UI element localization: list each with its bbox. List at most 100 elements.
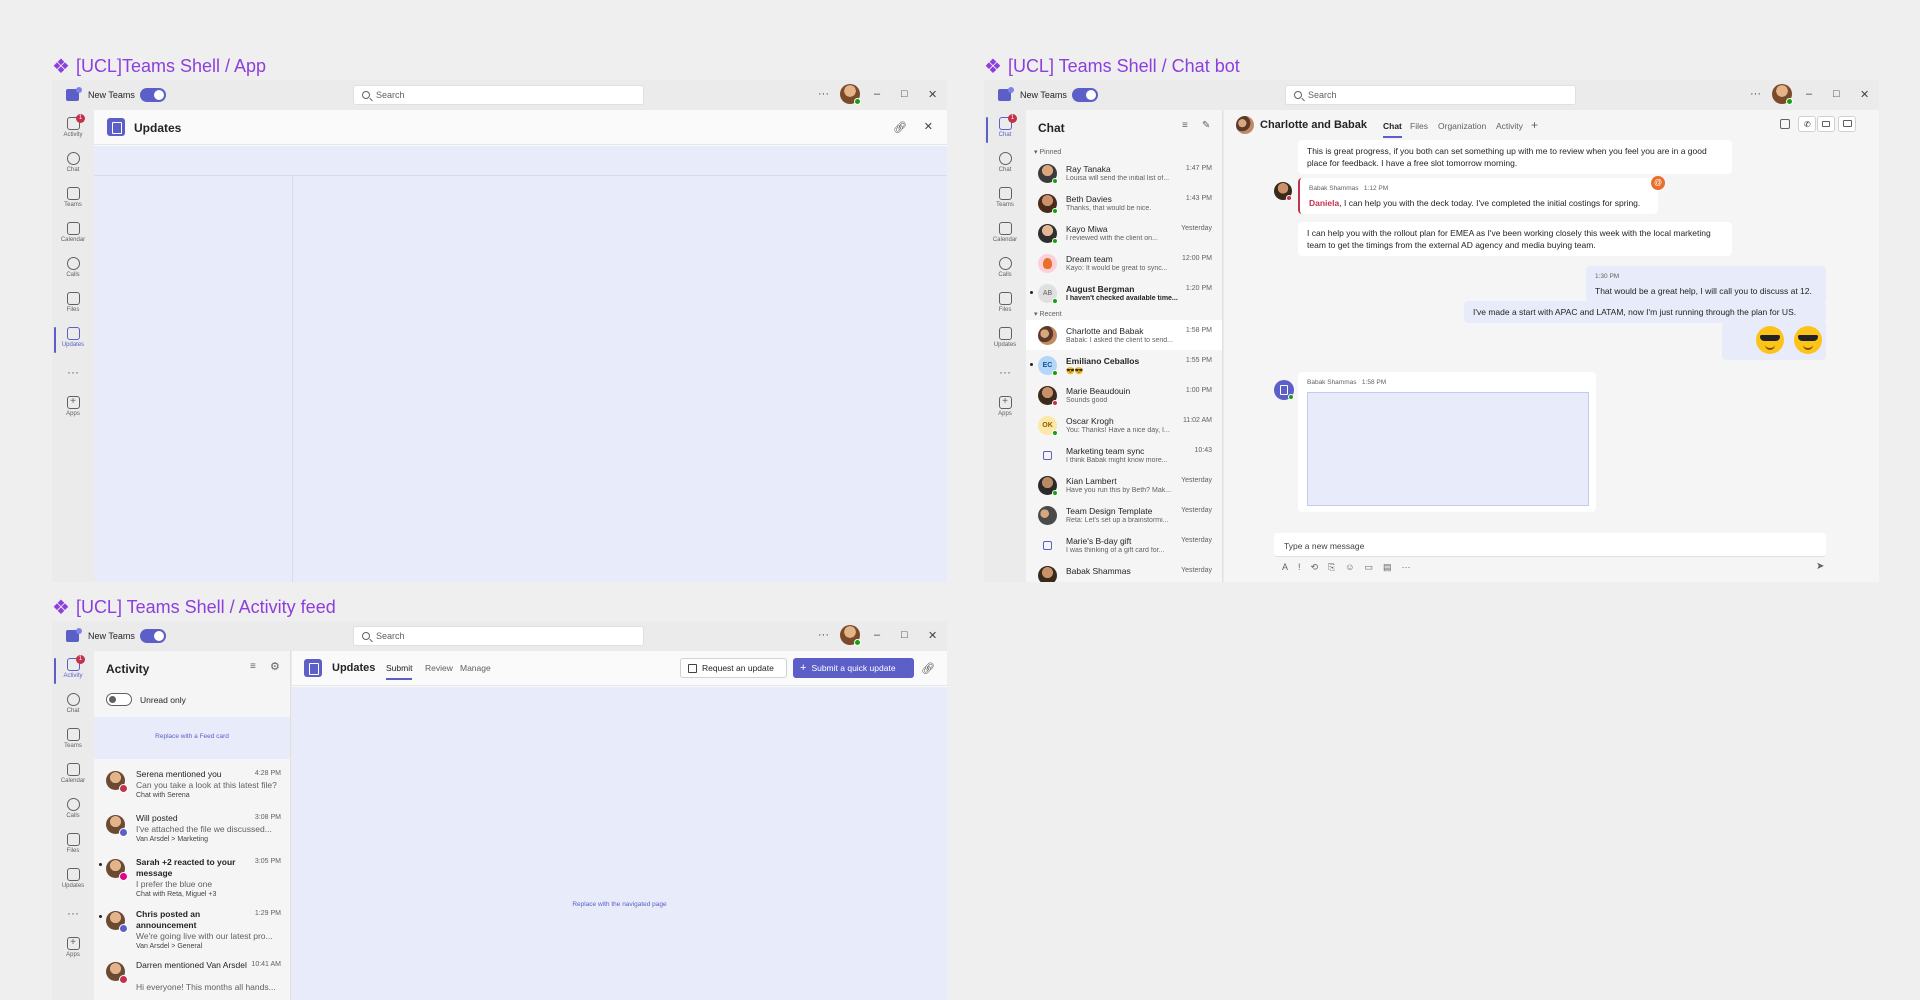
search-input[interactable]: Search [1285,85,1576,105]
chat-item[interactable]: Kayo Miwa I reviewed with the client on..… [1026,218,1222,248]
gif-icon[interactable]: ▭ [1364,562,1373,576]
rail-item-apps[interactable]: + Apps [52,396,94,417]
more-options-icon[interactable]: ··· [818,88,829,100]
submit-quick-update-button[interactable]: + Submit a quick update [793,658,914,678]
rail-item-files[interactable]: Files [52,292,94,313]
chat-item[interactable]: EC Emiliano Ceballos 😎😎 1:55 PM [1026,350,1222,380]
new-chat-icon[interactable]: ✎ [1202,120,1210,131]
chat-item[interactable]: Marie's B-day gift I was thinking of a gi… [1026,530,1222,560]
emoji-icon[interactable]: ☺ [1345,562,1354,576]
rail-item-calendar[interactable]: Calendar [52,763,94,784]
rail-item-chat[interactable]: Chat [984,152,1026,173]
tab-submit[interactable]: Submit [386,663,413,680]
rail-item-more[interactable]: ··· [52,907,94,924]
priority-icon[interactable]: ! [1298,562,1301,576]
filter-icon[interactable]: ≡ [250,661,256,672]
feed-item[interactable]: Darren mentioned Van Arsdel 10:41 AM Hi ev… [94,960,291,1000]
video-button[interactable] [1817,116,1835,132]
more-options-icon[interactable]: ··· [1750,88,1761,100]
close-button[interactable]: ✕ [928,629,937,642]
compose-input[interactable]: Type a new message [1284,541,1364,551]
tab-manage[interactable]: Manage [460,663,491,673]
more-icon[interactable]: ··· [1402,562,1411,576]
maximize-button[interactable]: □ [901,88,908,100]
chat-item[interactable]: Dream team Kayo: It would be great to syn… [1026,248,1222,278]
tab-activity[interactable]: Activity [1496,121,1523,131]
rail-item-updates[interactable]: Updates [52,327,94,353]
close-icon[interactable]: ✕ [924,120,933,133]
mention[interactable]: Daniela [1309,198,1339,208]
rail-item-more[interactable]: ··· [984,366,1026,383]
feed-item[interactable]: Will posted 3:08 PM I've attached the file… [94,813,291,853]
rail-item-teams[interactable]: Teams [984,187,1026,208]
chat-item[interactable]: Babak Shammas Yesterday [1026,560,1222,582]
chat-item[interactable]: Beth Davies Thanks, that would be nice. 1:… [1026,188,1222,218]
search-input[interactable]: Search [353,626,644,646]
popout-icon[interactable] [1780,119,1790,129]
chat-item[interactable]: OK Oscar Krogh You: Thanks! Have a nice da… [1026,410,1222,440]
feed-item[interactable]: Serena mentioned you 4:28 PM Can you take … [94,769,291,809]
minimize-button[interactable]: – [1806,88,1812,100]
user-avatar[interactable] [840,84,861,105]
new-teams-toggle[interactable] [140,629,166,643]
minimize-button[interactable]: – [874,629,880,641]
new-teams-toggle[interactable] [1072,88,1098,102]
rail-item-activity[interactable]: 1 Activity [52,114,94,138]
chat-item[interactable]: Marie Beaudouin Sounds good 1:00 PM [1026,380,1222,410]
screen-share-button[interactable] [1838,116,1856,132]
close-button[interactable]: ✕ [928,88,937,101]
tab-files[interactable]: Files [1410,121,1428,131]
call-button[interactable]: ✆ [1798,116,1816,132]
rail-item-teams[interactable]: Teams [52,728,94,749]
tab-review[interactable]: Review [425,663,453,673]
loop-icon[interactable]: ⟲ [1311,562,1319,576]
more-options-icon[interactable]: ··· [818,629,829,641]
send-icon[interactable]: ➤ [1816,561,1824,572]
updates-app-icon[interactable]: ▤ [1383,562,1392,576]
filter-icon[interactable]: ≡ [1182,120,1188,131]
maximize-button[interactable]: □ [901,629,908,641]
chat-item[interactable]: Kian Lambert Have you run this by Beth? M… [1026,470,1222,500]
rail-item-activity[interactable]: 1 Chat [984,114,1026,143]
rail-item-calls[interactable]: Calls [52,257,94,278]
rail-item-apps[interactable]: + Apps [52,937,94,958]
chat-item[interactable]: Marketing team sync I think Babak might k… [1026,440,1222,470]
rail-item-more[interactable]: ··· [52,366,94,383]
rail-item-updates[interactable]: Updates [52,868,94,889]
rail-item-calendar[interactable]: Calendar [984,222,1026,243]
rail-item-teams[interactable]: Teams [52,187,94,208]
rail-item-chat[interactable]: Chat [52,693,94,714]
rail-item-apps[interactable]: + Apps [984,396,1026,417]
gear-icon[interactable]: ⚙ [270,660,280,673]
rail-item-calendar[interactable]: Calendar [52,222,94,243]
add-tab-button[interactable]: + [1531,118,1538,132]
link-icon[interactable]: 🔗︎ [893,121,907,134]
maximize-button[interactable]: □ [1833,88,1840,100]
new-teams-toggle[interactable] [140,88,166,102]
rail-item-calls[interactable]: Calls [52,798,94,819]
close-button[interactable]: ✕ [1860,88,1869,101]
link-icon[interactable]: 🔗︎ [921,662,935,675]
request-update-button[interactable]: Request an update [680,658,787,678]
chat-item[interactable]: Ray Tanaka Louisa will send the initial l… [1026,158,1222,188]
rail-item-chat[interactable]: Chat [52,152,94,173]
unread-only-toggle[interactable] [106,693,132,706]
user-avatar[interactable] [1772,84,1793,105]
user-avatar[interactable] [840,625,861,646]
compose-box[interactable]: Type a new message [1274,533,1826,557]
rail-item-calls[interactable]: Calls [984,257,1026,278]
format-icon[interactable]: A [1282,562,1288,576]
chat-item[interactable]: AB August Bergman I haven't checked availa… [1026,278,1222,308]
rail-item-updates[interactable]: Updates [984,327,1026,348]
search-input[interactable]: Search [353,85,644,105]
feed-item[interactable]: Sarah +2 reacted to your message 3:05 PM I… [94,857,291,905]
minimize-button[interactable]: – [874,88,880,100]
rail-item-files[interactable]: Files [984,292,1026,313]
tab-organization[interactable]: Organization [1438,121,1486,131]
tab-chat[interactable]: Chat [1383,121,1402,138]
rail-item-files[interactable]: Files [52,833,94,854]
attach-icon[interactable]: ⎘ [1328,562,1335,576]
chat-item-selected[interactable]: Charlotte and Babak Babak: I asked the cl… [1026,320,1222,350]
feed-item[interactable]: Chris posted an announcement 1:29 PM We're… [94,909,291,957]
chat-item[interactable]: Team Design Template Reta: Let's set up a… [1026,500,1222,530]
